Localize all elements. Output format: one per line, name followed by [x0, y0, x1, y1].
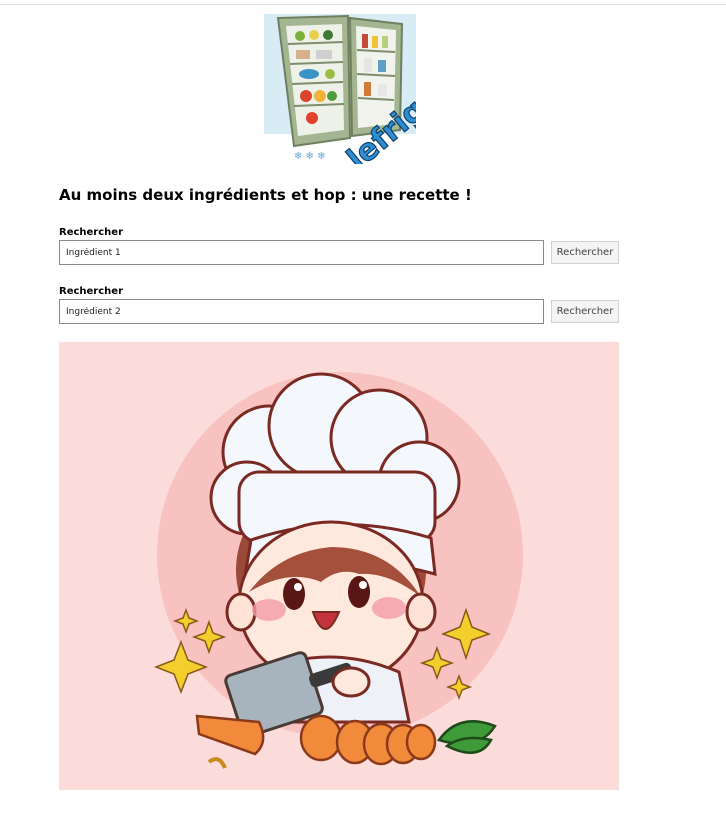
top-divider	[0, 4, 726, 5]
search-2-button[interactable]: Rechercher	[551, 300, 619, 323]
search-1-button[interactable]: Rechercher	[551, 241, 619, 264]
chef-illustration	[59, 342, 619, 790]
page-title: Au moins deux ingrédients et hop : une r…	[59, 186, 472, 204]
search-1-label: Rechercher	[59, 227, 124, 238]
search-2-label: Rechercher	[59, 286, 124, 297]
svg-text:❄ ❄ ❄: ❄ ❄ ❄	[294, 151, 326, 162]
chef-cutting-carrots-icon	[59, 342, 619, 790]
site-logo[interactable]: ❄ ❄ ❄ lefrigo	[264, 14, 449, 178]
ingredient-1-input[interactable]	[59, 240, 544, 265]
fridge-logo-icon: ❄ ❄ ❄ lefrigo	[264, 14, 449, 178]
ingredient-2-input[interactable]	[59, 299, 544, 324]
